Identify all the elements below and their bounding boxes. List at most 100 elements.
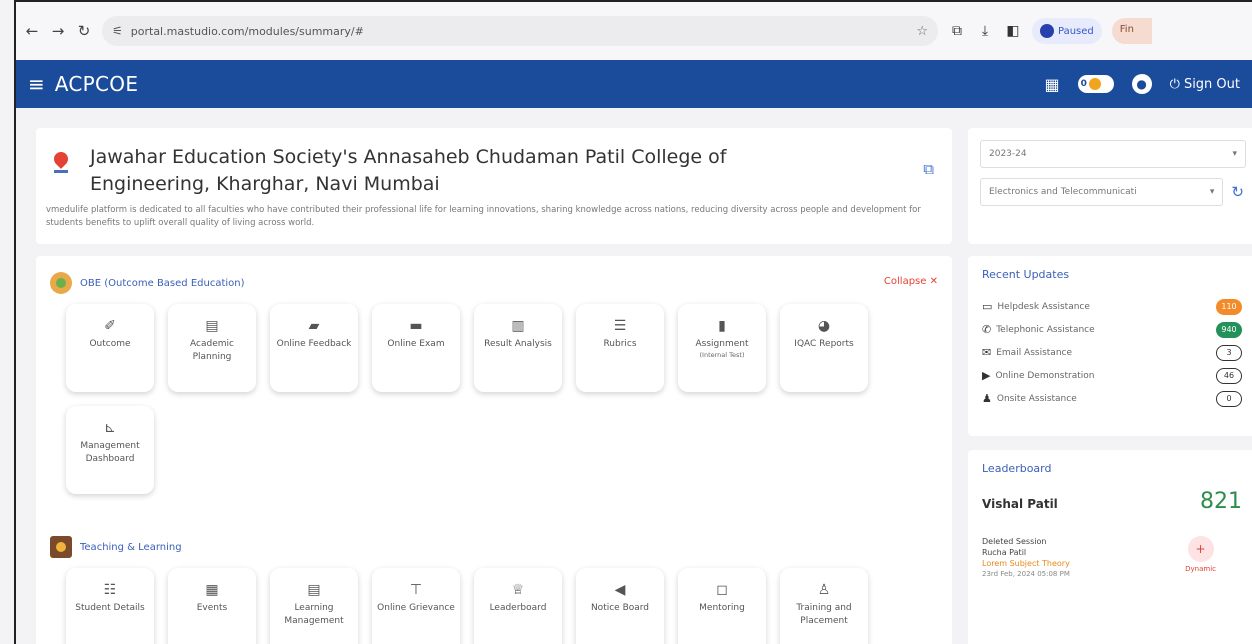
module-tile-label: Student Details	[75, 603, 145, 613]
module-tile-rubrics[interactable]: ☰ Rubrics	[576, 304, 664, 392]
module-tile-label: Outcome	[89, 339, 131, 349]
iqac-reports-icon: ◕	[817, 318, 831, 334]
back-icon[interactable]: ←	[24, 22, 40, 40]
extensions-icon[interactable]: ⧉	[948, 23, 966, 39]
update-row[interactable]: ▶ Online Demonstration 46	[982, 364, 1242, 387]
update-count-badge: 110	[1216, 298, 1242, 315]
update-row-left: ✉ Email Assistance	[982, 346, 1072, 359]
user-account-icon[interactable]: ●	[1131, 74, 1152, 94]
module-tile-label: Leaderboard	[489, 603, 547, 613]
apps-grid-icon[interactable]: ▦	[1045, 75, 1060, 94]
finish-update-label: Fin	[1119, 24, 1134, 35]
module-tile-label: Online Feedback	[276, 339, 352, 349]
module-tile-student-details[interactable]: ☷ Student Details	[66, 568, 154, 644]
collapse-label: Collapse	[883, 276, 927, 287]
teaching-section-title: Teaching & Learning	[80, 541, 182, 553]
update-row[interactable]: ✆ Telephonic Assistance 940	[982, 318, 1242, 341]
online-grievance-icon: ⊤	[409, 582, 423, 598]
module-tile-notice-board[interactable]: ◀ Notice Board	[576, 568, 664, 644]
module-tile-learning-management[interactable]: ▤ Learning Management	[270, 568, 358, 644]
college-description: vmedulife platform is dedicated to all f…	[46, 205, 921, 228]
location-pin-icon	[51, 149, 71, 174]
mentoring-icon: ◻	[716, 582, 728, 598]
department-select[interactable]: Electronics and Telecommunicati ▾	[980, 178, 1224, 206]
update-count-badge: 46	[1216, 367, 1242, 384]
module-tile-sublabel: (Internal Test)	[699, 351, 745, 359]
refresh-icon[interactable]: ↻	[1231, 183, 1244, 201]
chevron-down-icon: ▾	[1232, 149, 1237, 159]
student-details-icon: ☷	[103, 582, 117, 598]
module-tile-academic-planning[interactable]: ▤ Academic Planning	[168, 304, 256, 392]
update-row[interactable]: ✉ Email Assistance 3	[982, 341, 1242, 364]
modules-card: OBE (Outcome Based Education) Collapse ✕…	[36, 256, 952, 644]
forward-icon[interactable]: →	[50, 22, 66, 40]
module-tile-events[interactable]: ▦ Events	[168, 568, 256, 644]
recent-updates-card: Recent Updates ▭ Helpdesk Assistance 110 ✆ T…	[968, 256, 1252, 436]
site-info-icon[interactable]: ⚟	[112, 24, 123, 38]
side-panel-icon[interactable]: ◧	[1004, 23, 1022, 39]
online-feedback-icon: ▰	[308, 318, 320, 334]
rubrics-icon: ☰	[613, 318, 627, 334]
recent-updates-title: Recent Updates	[982, 268, 1070, 281]
reload-icon[interactable]: ↻	[76, 22, 92, 40]
update-row-left: ▶ Online Demonstration	[982, 369, 1094, 382]
assignment-icon: ▮	[718, 318, 726, 334]
plus-icon: +	[1187, 536, 1214, 562]
college-name-line1: Jawahar Education Society's Annasaheb Ch…	[90, 146, 727, 168]
address-bar[interactable]: ⚟ portal.mastudio.com/modules/summary/# …	[102, 16, 938, 46]
update-row[interactable]: ▭ Helpdesk Assistance 110	[982, 295, 1242, 318]
profile-paused-button[interactable]: Paused	[1032, 18, 1102, 44]
module-tile-assignment[interactable]: ▮ Assignment (Internal Test)	[678, 304, 766, 392]
browser-window: ← → ↻ ⚟ portal.mastudio.com/modules/summ…	[14, 0, 1252, 644]
module-tile-outcome[interactable]: ✐ Outcome	[66, 304, 154, 392]
hamburger-menu-icon[interactable]: ≡	[28, 72, 45, 96]
module-tile-iqac-reports[interactable]: ◕ IQAC Reports	[780, 304, 868, 392]
module-tile-label: Result Analysis	[484, 339, 552, 349]
module-tile-mentoring[interactable]: ◻ Mentoring	[678, 568, 766, 644]
update-label: Email Assistance	[996, 347, 1073, 358]
module-tile-online-feedback[interactable]: ▰ Online Feedback	[270, 304, 358, 392]
finish-update-button[interactable]: Fin	[1111, 18, 1152, 44]
module-tile-training-and-placement[interactable]: ♙ Training and Placement	[780, 568, 868, 644]
browser-toolbar: ← → ↻ ⚟ portal.mastudio.com/modules/summ…	[16, 2, 1252, 60]
module-tile-label: Academic Planning	[190, 339, 234, 362]
module-tile-online-exam[interactable]: ▬ Online Exam	[372, 304, 460, 392]
module-tile-label: Mentoring	[699, 603, 745, 613]
activity-entry: Deleted Session Rucha Patil Lorem Subjec…	[982, 536, 1242, 580]
external-link-icon[interactable]: ⧉	[923, 160, 934, 178]
update-count-badge: 940	[1216, 321, 1242, 338]
online-exam-icon: ▬	[409, 318, 423, 334]
leaderboard-top-row[interactable]: Vishal Patil 821	[982, 489, 1242, 514]
filter-card: 2023-24 ▾ Electronics and Telecommunicat…	[968, 128, 1252, 244]
bookmark-star-icon[interactable]: ☆	[916, 24, 928, 39]
management-dashboard-icon: ⊾	[104, 420, 116, 436]
url-text: portal.mastudio.com/modules/summary/#	[130, 24, 364, 38]
download-icon[interactable]: ⤓	[976, 23, 994, 39]
dynamic-label: Dynamic	[1185, 565, 1216, 573]
module-tile-leaderboard[interactable]: ♕ Leaderboard	[474, 568, 562, 644]
module-tile-online-grievance[interactable]: ⊤ Online Grievance	[372, 568, 460, 644]
paused-label: Paused	[1058, 25, 1094, 37]
module-tile-management-dashboard[interactable]: ⊾ Management Dashboard	[66, 406, 154, 494]
update-row[interactable]: ♟ Onsite Assistance 0	[982, 387, 1242, 410]
academic-year-value: 2023-24	[989, 149, 1027, 159]
notification-toggle[interactable]: 0	[1077, 75, 1114, 93]
obe-section-icon	[50, 272, 72, 294]
power-icon: ⏻	[1169, 76, 1180, 92]
module-tile-label: Training and Placement	[796, 603, 852, 626]
update-row-left: ♟ Onsite Assistance	[982, 392, 1077, 405]
update-row-left: ▭ Helpdesk Assistance	[982, 300, 1090, 313]
sign-out-button[interactable]: ⏻ Sign Out	[1170, 77, 1240, 92]
module-tile-result-analysis[interactable]: ▥ Result Analysis	[474, 304, 562, 392]
academic-planning-icon: ▤	[205, 318, 219, 334]
module-tile-label: IQAC Reports	[794, 339, 854, 349]
update-count-badge: 0	[1216, 390, 1242, 407]
close-icon: ✕	[929, 276, 938, 287]
obe-section-title: OBE (Outcome Based Education)	[80, 277, 245, 289]
sign-out-label: Sign Out	[1183, 76, 1240, 92]
chevron-down-icon: ▾	[1209, 187, 1215, 197]
collapse-button[interactable]: Collapse ✕	[884, 276, 938, 287]
update-count-badge: 3	[1216, 344, 1242, 361]
events-icon: ▦	[205, 582, 219, 598]
academic-year-select[interactable]: 2023-24 ▾	[980, 140, 1246, 168]
